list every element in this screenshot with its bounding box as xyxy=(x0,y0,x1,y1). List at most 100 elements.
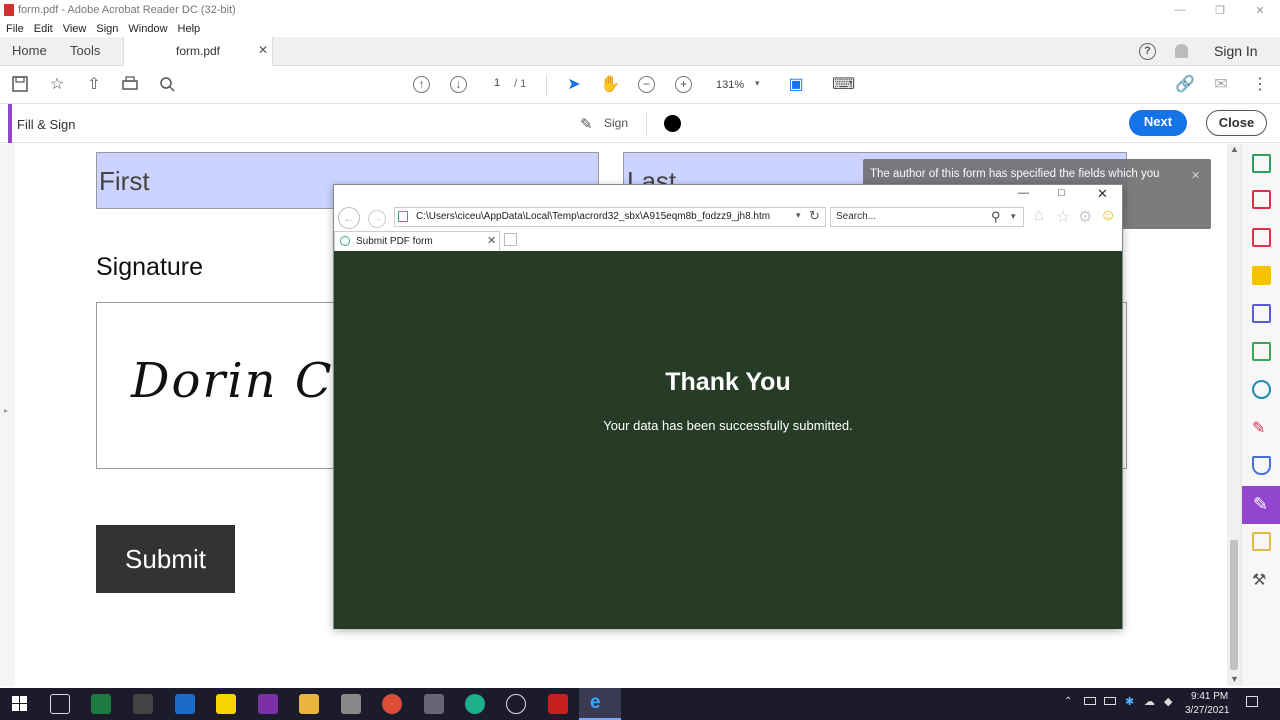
new-tab-icon[interactable] xyxy=(504,233,517,246)
obs-icon[interactable] xyxy=(506,694,526,714)
ie-forward-icon[interactable]: → xyxy=(368,210,386,228)
menu-view[interactable]: View xyxy=(63,23,87,35)
more-tools-wrench-icon[interactable]: ⚒ xyxy=(1252,570,1271,589)
fill-sign-tool-active[interactable]: ✎ xyxy=(1242,486,1280,524)
share-link-icon[interactable]: 🔗 xyxy=(1175,75,1195,95)
zoom-out-icon[interactable]: − xyxy=(638,76,655,93)
sign-in-button[interactable]: Sign In xyxy=(1214,37,1258,65)
close-window-button[interactable]: ✕ xyxy=(1240,0,1280,20)
previous-page-icon[interactable]: ↑ xyxy=(413,76,430,93)
comment-icon[interactable] xyxy=(1252,266,1271,285)
ie-tab[interactable]: Submit PDF form ✕ xyxy=(334,231,500,251)
chevron-down-icon[interactable]: ▾ xyxy=(755,78,760,89)
tab-home[interactable]: Home xyxy=(12,37,47,65)
compress-pdf-icon[interactable] xyxy=(1252,532,1271,551)
home-icon[interactable]: ⌂ xyxy=(1034,207,1044,225)
search-dropdown-icon[interactable]: ▾ xyxy=(1011,211,1016,222)
display-icon[interactable] xyxy=(1104,697,1116,705)
close-fill-sign-button[interactable]: Close xyxy=(1206,110,1267,136)
bluetooth-icon[interactable]: ✱ xyxy=(1125,695,1134,708)
print-icon[interactable] xyxy=(120,75,140,95)
ie-tab-close-icon[interactable]: ✕ xyxy=(487,234,496,247)
sticky-notes-icon[interactable] xyxy=(216,694,236,714)
chrome-icon[interactable] xyxy=(382,694,402,714)
bookmark-star-icon[interactable]: ☆ xyxy=(47,75,67,95)
edge-icon[interactable] xyxy=(465,694,485,714)
search-icon[interactable]: ⚲ xyxy=(991,209,1001,225)
clock-time[interactable]: 9:41 PM xyxy=(1191,691,1228,702)
maximize-button[interactable]: ❐ xyxy=(1200,0,1240,20)
notice-close-icon[interactable]: ✕ xyxy=(1191,169,1200,182)
cloud-icon[interactable]: ☁ xyxy=(1144,695,1155,708)
menu-file[interactable]: File xyxy=(6,23,24,35)
ie-close-button[interactable]: ✕ xyxy=(1097,186,1108,202)
create-pdf-icon[interactable] xyxy=(1252,228,1271,247)
select-cursor-icon[interactable]: ➤ xyxy=(564,75,584,95)
clock-date[interactable]: 3/27/2021 xyxy=(1185,705,1230,716)
ie-back-icon[interactable]: ← xyxy=(338,207,360,229)
menu-window[interactable]: Window xyxy=(128,23,167,35)
color-picker-dot[interactable] xyxy=(664,115,681,132)
next-button[interactable]: Next xyxy=(1129,110,1187,136)
calendar-app-icon[interactable] xyxy=(133,694,153,714)
find-magnifier-icon[interactable] xyxy=(157,75,177,95)
fill-pen-icon[interactable]: ✎ xyxy=(1252,418,1271,437)
sign-button[interactable]: Sign xyxy=(604,116,628,130)
address-dropdown-icon[interactable]: ▾ xyxy=(796,210,801,221)
menu-help[interactable]: Help xyxy=(178,23,201,35)
save-icon[interactable] xyxy=(10,75,30,95)
ie-taskbar-active[interactable]: e xyxy=(579,688,621,720)
task-view-icon[interactable] xyxy=(50,694,70,714)
menu-edit[interactable]: Edit xyxy=(34,23,53,35)
ie-search-box[interactable]: Search... ⚲ ▾ xyxy=(830,207,1024,227)
mail-client-icon[interactable] xyxy=(424,694,444,714)
combine-files-icon[interactable] xyxy=(1252,304,1271,323)
favorites-star-icon[interactable]: ☆ xyxy=(1056,207,1070,227)
organize-pages-icon[interactable] xyxy=(1252,190,1271,209)
page-fit-icon[interactable]: ▣ xyxy=(786,75,806,95)
scroll-thumb[interactable] xyxy=(1230,540,1238,670)
edit-pdf-icon[interactable] xyxy=(1252,342,1271,361)
zoom-in-icon[interactable]: + xyxy=(675,76,692,93)
settings-gear-icon[interactable]: ⚙ xyxy=(1078,207,1092,227)
wifi-icon[interactable]: ◆ xyxy=(1164,695,1172,708)
sign-pen-icon[interactable]: ✎ xyxy=(580,115,593,133)
next-page-icon[interactable]: ↓ xyxy=(450,76,467,93)
mail-icon[interactable] xyxy=(175,694,195,714)
upload-cloud-icon[interactable]: ⇧ xyxy=(84,75,104,95)
zoom-level-select[interactable]: 131% xyxy=(716,79,744,91)
acrobat-taskbar-icon[interactable] xyxy=(548,694,568,714)
more-options-icon[interactable]: ⋮ xyxy=(1250,75,1270,95)
vertical-scrollbar[interactable]: ▲ ▼ xyxy=(1227,144,1241,686)
keyboard-download-icon[interactable]: ⌨ xyxy=(832,75,855,95)
scan-ocr-icon[interactable] xyxy=(1252,380,1271,399)
left-panel-collapse[interactable]: ▸ xyxy=(0,144,15,686)
ie-address-bar[interactable]: C:\Users\ciceu\AppData\Local\Temp\acrord… xyxy=(394,207,826,227)
scroll-up-icon[interactable]: ▲ xyxy=(1230,144,1239,154)
export-pdf-icon[interactable] xyxy=(1252,154,1271,173)
email-icon[interactable]: ✉ xyxy=(1211,75,1231,95)
expand-arrow-icon[interactable]: ▸ xyxy=(4,406,8,415)
calculator-icon[interactable] xyxy=(341,694,361,714)
feedback-smiley-icon[interactable]: ☺ xyxy=(1100,207,1116,225)
excel-icon[interactable] xyxy=(91,694,111,714)
phpstorm-icon[interactable] xyxy=(258,694,278,714)
page-number-input[interactable]: 1 xyxy=(484,77,510,95)
close-tab-icon[interactable]: ✕ xyxy=(258,43,268,57)
menu-sign[interactable]: Sign xyxy=(96,23,118,35)
notification-bell-icon[interactable] xyxy=(1175,44,1188,58)
notification-center-icon[interactable] xyxy=(1246,696,1258,707)
battery-icon[interactable] xyxy=(1084,697,1096,705)
tab-tools[interactable]: Tools xyxy=(70,37,100,65)
file-explorer-icon[interactable] xyxy=(299,694,319,714)
ie-maximize-button[interactable]: □ xyxy=(1058,187,1065,199)
help-icon[interactable]: ? xyxy=(1139,43,1156,60)
refresh-icon[interactable]: ↻ xyxy=(809,208,820,224)
windows-start-icon[interactable] xyxy=(12,696,27,711)
tray-chevron-icon[interactable]: ⌃ xyxy=(1064,696,1072,707)
tab-document[interactable]: form.pdf ✕ xyxy=(123,37,273,66)
minimize-button[interactable]: — xyxy=(1160,0,1200,20)
ie-minimize-button[interactable]: — xyxy=(1018,187,1029,199)
hand-tool-icon[interactable]: ✋ xyxy=(600,75,620,95)
submit-button[interactable]: Submit xyxy=(96,525,235,593)
